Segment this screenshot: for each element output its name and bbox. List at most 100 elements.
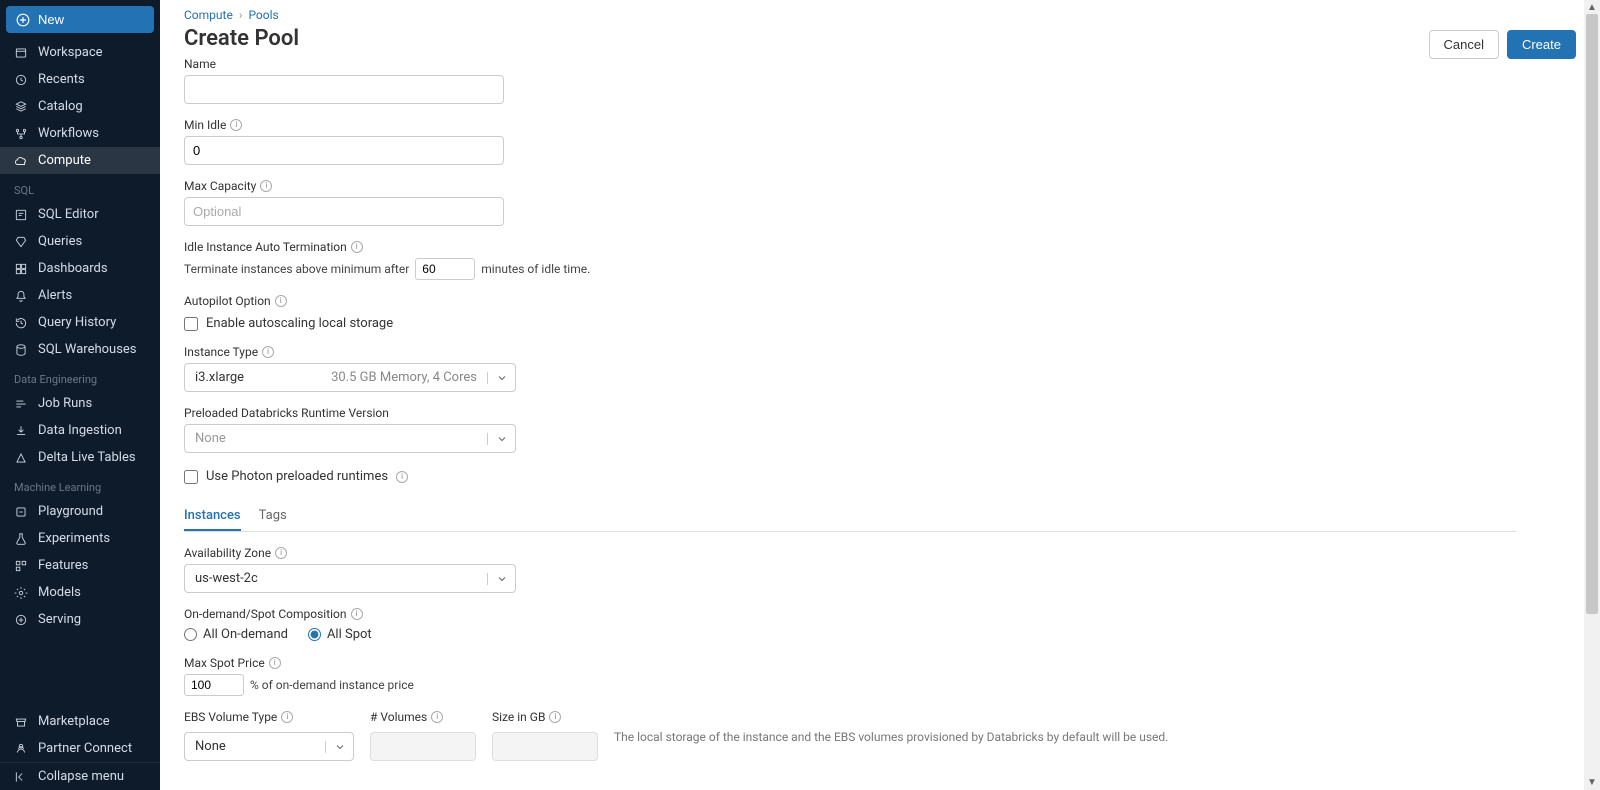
chevron-down-icon	[487, 433, 515, 445]
sidebar-label: Models	[38, 585, 81, 600]
ebs-size-input	[492, 732, 598, 761]
preloaded-select[interactable]: None	[184, 424, 516, 453]
photon-checkbox-row[interactable]: Use Photon preloaded runtimes i	[184, 469, 1516, 484]
breadcrumb-compute[interactable]: Compute	[184, 8, 233, 22]
create-button[interactable]: Create	[1507, 30, 1576, 59]
sidebar-item-delta-live[interactable]: Delta Live Tables	[0, 444, 160, 471]
info-icon[interactable]: i	[262, 346, 274, 358]
radio-spot[interactable]: All Spot	[308, 627, 372, 642]
sidebar-item-serving[interactable]: Serving	[0, 606, 160, 633]
sidebar-item-dashboards[interactable]: Dashboards	[0, 255, 160, 282]
sidebar-label: Workflows	[38, 126, 99, 141]
tab-instances[interactable]: Instances	[184, 502, 241, 531]
sidebar-item-experiments[interactable]: Experiments	[0, 525, 160, 552]
sidebar-label: Query History	[38, 315, 116, 330]
radio-ondemand-input[interactable]	[184, 628, 197, 641]
sidebar-item-sql-editor[interactable]: SQL Editor	[0, 201, 160, 228]
info-icon[interactable]: i	[431, 711, 443, 723]
composition-label: On-demand/Spot Composition	[184, 607, 347, 621]
info-icon[interactable]: i	[549, 711, 561, 723]
info-icon[interactable]: i	[275, 547, 287, 559]
partner-icon	[14, 742, 28, 756]
sidebar-item-sql-warehouses[interactable]: SQL Warehouses	[0, 336, 160, 363]
editor-icon	[14, 208, 28, 222]
queries-icon	[14, 235, 28, 249]
term-minutes-input[interactable]	[415, 258, 475, 280]
info-icon[interactable]: i	[275, 295, 287, 307]
sidebar-item-models[interactable]: Models	[0, 579, 160, 606]
delta-icon	[14, 451, 28, 465]
features-icon	[14, 559, 28, 573]
sidebar-label: Job Runs	[38, 396, 92, 411]
ebs-count-input	[370, 732, 476, 761]
workflows-icon	[14, 127, 28, 141]
scroll-thumb[interactable]	[1586, 14, 1598, 614]
cancel-button[interactable]: Cancel	[1429, 30, 1499, 59]
breadcrumb-sep: ›	[239, 8, 243, 22]
autoscale-checkbox[interactable]	[184, 317, 198, 331]
ebs-count-label: # Volumes	[370, 710, 427, 724]
scrollbar[interactable]: ▲ ▼	[1584, 0, 1600, 790]
sidebar-item-marketplace[interactable]: Marketplace	[0, 708, 160, 735]
ebs-type-select[interactable]: None	[184, 732, 354, 761]
min-idle-label: Min Idle	[184, 118, 226, 132]
tabs: Instances Tags	[184, 502, 1516, 532]
sidebar-item-playground[interactable]: Playground	[0, 498, 160, 525]
az-label: Availability Zone	[184, 546, 271, 560]
autoscale-checkbox-row[interactable]: Enable autoscaling local storage	[184, 316, 1516, 331]
sidebar-item-alerts[interactable]: Alerts	[0, 282, 160, 309]
photon-checkbox[interactable]	[184, 470, 198, 484]
sidebar-item-data-ingestion[interactable]: Data Ingestion	[0, 417, 160, 444]
sidebar-item-partner-connect[interactable]: Partner Connect	[0, 735, 160, 762]
info-icon[interactable]: i	[351, 608, 363, 620]
radio-ondemand[interactable]: All On-demand	[184, 627, 288, 642]
flask-icon	[14, 532, 28, 546]
instance-type-select[interactable]: i3.xlarge 30.5 GB Memory, 4 Cores	[184, 363, 516, 392]
max-spot-label: Max Spot Price	[184, 656, 265, 670]
sidebar-item-workspace[interactable]: Workspace	[0, 39, 160, 66]
collapse-menu[interactable]: Collapse menu	[0, 763, 160, 790]
sidebar-item-catalog[interactable]: Catalog	[0, 93, 160, 120]
max-spot-input[interactable]	[184, 674, 244, 696]
sidebar-item-queries[interactable]: Queries	[0, 228, 160, 255]
scroll-up-icon[interactable]: ▲	[1585, 0, 1599, 15]
sidebar-item-query-history[interactable]: Query History	[0, 309, 160, 336]
chevron-down-icon	[325, 741, 353, 753]
az-select[interactable]: us-west-2c	[184, 564, 516, 593]
sidebar-item-features[interactable]: Features	[0, 552, 160, 579]
sidebar-item-job-runs[interactable]: Job Runs	[0, 390, 160, 417]
scroll-down-icon[interactable]: ▼	[1585, 775, 1599, 790]
sidebar-label: Serving	[38, 612, 81, 627]
info-icon[interactable]: i	[351, 241, 363, 253]
main-content: Compute › Pools Create Pool Cancel Creat…	[160, 0, 1600, 790]
autopilot-label: Autopilot Option	[184, 294, 271, 308]
sidebar-item-compute[interactable]: Compute	[0, 147, 160, 174]
name-input[interactable]	[184, 75, 504, 104]
serving-icon	[14, 613, 28, 627]
photon-label: Use Photon preloaded runtimes	[206, 469, 388, 484]
max-capacity-input[interactable]	[184, 197, 504, 226]
spot-suffix: % of on-demand instance price	[250, 678, 414, 692]
info-icon[interactable]: i	[260, 180, 272, 192]
az-value: us-west-2c	[195, 571, 258, 586]
breadcrumb-pools[interactable]: Pools	[248, 8, 278, 22]
sidebar-label: SQL Warehouses	[38, 342, 137, 357]
tab-tags[interactable]: Tags	[259, 502, 287, 531]
min-idle-input[interactable]	[184, 136, 504, 165]
term-prefix: Terminate instances above minimum after	[184, 262, 409, 276]
info-icon[interactable]: i	[281, 711, 293, 723]
sidebar-label: Compute	[38, 153, 91, 168]
radio-ondemand-label: All On-demand	[203, 627, 288, 642]
idle-term-label: Idle Instance Auto Termination	[184, 240, 347, 254]
cloud-icon	[14, 154, 28, 168]
sidebar-item-recents[interactable]: Recents	[0, 66, 160, 93]
info-icon[interactable]: i	[269, 657, 281, 669]
instance-type-sub: 30.5 GB Memory, 4 Cores	[331, 370, 477, 385]
radio-spot-input[interactable]	[308, 628, 321, 641]
new-button[interactable]: New	[6, 6, 154, 33]
instance-type-label: Instance Type	[184, 345, 258, 359]
name-label: Name	[184, 57, 1516, 71]
sidebar-item-workflows[interactable]: Workflows	[0, 120, 160, 147]
info-icon[interactable]: i	[396, 471, 408, 483]
info-icon[interactable]: i	[230, 119, 242, 131]
